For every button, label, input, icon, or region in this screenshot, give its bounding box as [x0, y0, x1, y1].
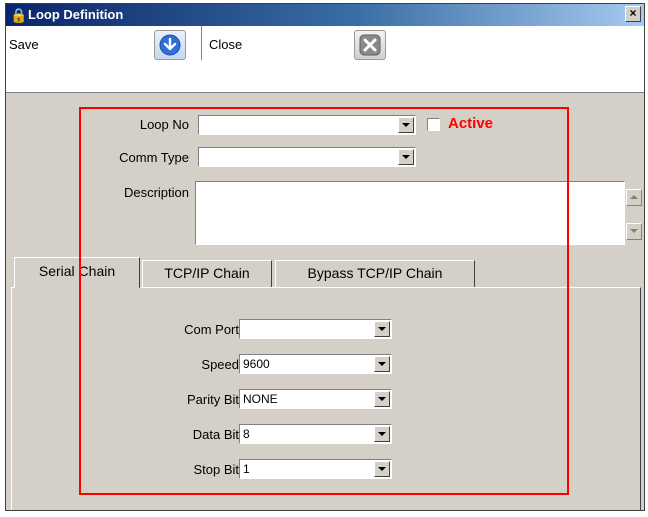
- scroll-up-icon[interactable]: [626, 189, 642, 206]
- save-button[interactable]: [154, 30, 186, 60]
- close-group[interactable]: Close: [204, 28, 404, 62]
- tab-tcpip-chain-label: TCP/IP Chain: [164, 265, 250, 281]
- parity-bit-value: NONE: [243, 392, 278, 406]
- tab-tcpip-chain[interactable]: TCP/IP Chain: [142, 260, 272, 287]
- chevron-down-icon[interactable]: [374, 426, 390, 442]
- speed-label: Speed: [201, 357, 239, 372]
- loop-no-label: Loop No: [139, 117, 189, 132]
- close-x-icon: [359, 34, 381, 56]
- active-label[interactable]: Active: [448, 115, 493, 132]
- toolbar-separator: [201, 26, 203, 60]
- stop-bit-label: Stop Bit: [193, 462, 239, 477]
- stop-bit-combo[interactable]: 1: [239, 459, 392, 479]
- tab-bypass-tcpip-chain-label: Bypass TCP/IP Chain: [307, 265, 443, 281]
- title-bar[interactable]: 🔒 Loop Definition ×: [6, 4, 644, 26]
- loop-no-combo[interactable]: [198, 115, 416, 135]
- close-button[interactable]: [354, 30, 386, 60]
- description-label: Description: [123, 185, 189, 200]
- tab-serial-chain[interactable]: Serial Chain: [14, 257, 140, 288]
- chevron-down-icon[interactable]: [398, 117, 414, 133]
- active-checkbox[interactable]: [427, 118, 440, 131]
- chevron-down-icon[interactable]: [398, 149, 414, 165]
- comm-type-label: Comm Type: [119, 150, 189, 165]
- data-bit-value: 8: [243, 427, 250, 441]
- tab-serial-chain-label: Serial Chain: [38, 263, 116, 279]
- serial-chain-panel: Com Port Speed 9600 Parity Bit NONE Data…: [11, 287, 641, 510]
- data-bit-combo[interactable]: 8: [239, 424, 392, 444]
- save-label[interactable]: Save: [9, 37, 39, 52]
- tab-bypass-tcpip-chain[interactable]: Bypass TCP/IP Chain: [275, 260, 475, 287]
- form-panel: Loop No Active Comm Type Description Ser…: [6, 93, 644, 510]
- lock-icon: 🔒: [10, 7, 28, 23]
- chevron-down-icon[interactable]: [374, 461, 390, 477]
- comm-type-combo[interactable]: [198, 147, 416, 167]
- save-group[interactable]: Save: [6, 28, 206, 62]
- description-field[interactable]: [195, 181, 625, 245]
- toolbar: Save Close: [6, 26, 644, 93]
- loop-definition-window: 🔒 Loop Definition × Save Close Loop No A…: [5, 3, 645, 511]
- parity-bit-combo[interactable]: NONE: [239, 389, 392, 409]
- save-arrow-icon: [159, 34, 181, 56]
- parity-bit-label: Parity Bit: [186, 392, 239, 407]
- window-title: Loop Definition: [28, 7, 124, 22]
- window-close-button[interactable]: ×: [625, 6, 641, 22]
- chevron-down-icon[interactable]: [374, 356, 390, 372]
- speed-value: 9600: [243, 357, 270, 371]
- com-port-combo[interactable]: [239, 319, 392, 339]
- close-label[interactable]: Close: [209, 37, 242, 52]
- scroll-down-icon[interactable]: [626, 223, 642, 240]
- chevron-down-icon[interactable]: [374, 391, 390, 407]
- chevron-down-icon[interactable]: [374, 321, 390, 337]
- com-port-label: Com Port: [184, 322, 239, 337]
- data-bit-label: Data Bit: [192, 427, 239, 442]
- stop-bit-value: 1: [243, 462, 250, 476]
- speed-combo[interactable]: 9600: [239, 354, 392, 374]
